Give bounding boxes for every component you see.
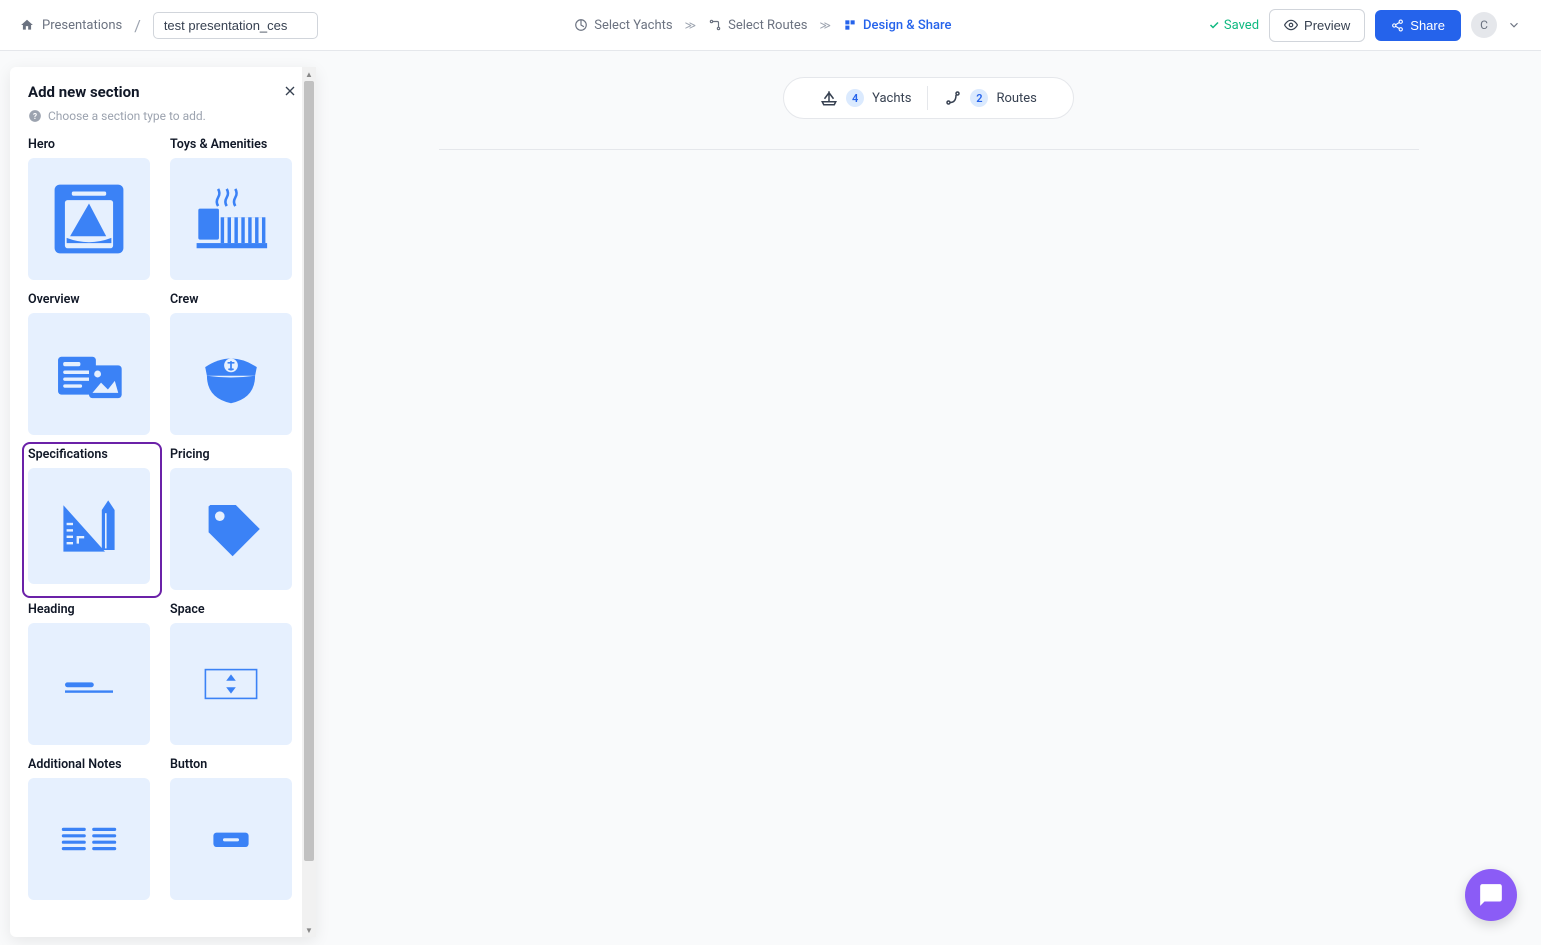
svg-text:?: ? bbox=[33, 111, 37, 121]
yachts-count: 4 bbox=[846, 89, 864, 107]
pill-yachts[interactable]: 4 Yachts bbox=[804, 89, 927, 107]
captain-hat-icon bbox=[188, 331, 274, 417]
ruler-pencil-icon bbox=[49, 486, 129, 566]
step-design-share[interactable]: Design & Share bbox=[843, 18, 951, 33]
step-select-yachts[interactable]: Select Yachts bbox=[574, 18, 672, 33]
notes-columns-icon bbox=[49, 799, 129, 879]
section-label: Specifications bbox=[28, 447, 156, 462]
panel-subtitle: ? Choose a section type to add. bbox=[10, 105, 316, 137]
header-actions: Saved Preview Share C bbox=[1208, 9, 1521, 42]
overview-thumb bbox=[28, 313, 150, 435]
share-button[interactable]: Share bbox=[1375, 10, 1461, 41]
scroll-up-icon[interactable]: ▲ bbox=[302, 67, 316, 81]
step-chevron-icon: ≫ bbox=[820, 19, 832, 32]
section-label: Crew bbox=[170, 292, 298, 307]
section-toys-amenities[interactable]: Toys & Amenities bbox=[170, 137, 298, 280]
yacht-pill-icon bbox=[820, 89, 838, 107]
canvas-area: 4 Yachts 2 Routes bbox=[336, 67, 1521, 937]
sailboat-icon bbox=[46, 176, 132, 262]
section-label: Overview bbox=[28, 292, 156, 307]
route-pill-icon bbox=[944, 89, 962, 107]
routes-count: 2 bbox=[970, 89, 988, 107]
panel-subtitle-text: Choose a section type to add. bbox=[48, 109, 206, 123]
canvas-divider bbox=[439, 149, 1419, 150]
pill-routes[interactable]: 2 Routes bbox=[928, 89, 1052, 107]
preview-label: Preview bbox=[1304, 18, 1350, 33]
pricing-thumb bbox=[170, 468, 292, 590]
home-icon bbox=[20, 18, 34, 32]
step-label: Design & Share bbox=[863, 18, 951, 33]
routes-label: Routes bbox=[996, 91, 1036, 106]
breadcrumb-separator: / bbox=[134, 16, 141, 35]
saved-status: Saved bbox=[1208, 18, 1259, 33]
preview-button[interactable]: Preview bbox=[1269, 9, 1365, 42]
section-label: Hero bbox=[28, 137, 156, 152]
scroll-thumb[interactable] bbox=[304, 81, 314, 861]
yachts-label: Yachts bbox=[872, 91, 911, 106]
avatar[interactable]: C bbox=[1471, 12, 1497, 38]
saved-text: Saved bbox=[1224, 18, 1259, 33]
crew-thumb bbox=[170, 313, 292, 435]
summary-pills: 4 Yachts 2 Routes bbox=[783, 77, 1074, 119]
section-label: Space bbox=[170, 602, 298, 617]
chat-widget-button[interactable] bbox=[1465, 869, 1517, 921]
share-label: Share bbox=[1410, 18, 1445, 33]
section-label: Additional Notes bbox=[28, 757, 156, 772]
text-image-icon bbox=[46, 331, 132, 417]
panel-scrollbar[interactable]: ▲ ▼ bbox=[302, 67, 316, 937]
button-thumb bbox=[170, 778, 292, 900]
section-label: Heading bbox=[28, 602, 156, 617]
help-icon: ? bbox=[28, 109, 42, 123]
section-label: Button bbox=[170, 757, 298, 772]
space-block-icon bbox=[191, 644, 271, 724]
section-specifications[interactable]: Specifications bbox=[22, 442, 162, 598]
step-label: Select Routes bbox=[728, 18, 807, 33]
notes-thumb bbox=[28, 778, 150, 900]
sections-grid: Hero Toys & Amenities Overview Crew bbox=[10, 137, 316, 937]
route-icon bbox=[708, 18, 722, 32]
section-overview[interactable]: Overview bbox=[28, 292, 156, 435]
main-canvas: Add new section ? Choose a section type … bbox=[0, 51, 1541, 945]
specs-thumb bbox=[28, 468, 150, 584]
heading-line-icon bbox=[49, 644, 129, 724]
section-heading[interactable]: Heading bbox=[28, 602, 156, 745]
step-label: Select Yachts bbox=[594, 18, 672, 33]
presentation-title-input[interactable] bbox=[153, 12, 318, 39]
section-crew[interactable]: Crew bbox=[170, 292, 298, 435]
section-label: Pricing bbox=[170, 447, 298, 462]
check-icon bbox=[1208, 19, 1220, 31]
step-chevron-icon: ≫ bbox=[685, 19, 697, 32]
section-label: Toys & Amenities bbox=[170, 137, 298, 152]
panel-header: Add new section bbox=[10, 67, 316, 105]
section-button[interactable]: Button bbox=[170, 757, 298, 900]
yacht-icon bbox=[574, 18, 588, 32]
section-pricing[interactable]: Pricing bbox=[170, 447, 298, 590]
top-header: Presentations / Select Yachts ≫ Select R… bbox=[0, 0, 1541, 51]
section-additional-notes[interactable]: Additional Notes bbox=[28, 757, 156, 900]
chat-icon bbox=[1478, 882, 1504, 908]
panel-title: Add new section bbox=[28, 83, 140, 101]
hot-tub-icon bbox=[188, 176, 274, 262]
add-section-panel: Add new section ? Choose a section type … bbox=[10, 67, 316, 937]
close-icon[interactable] bbox=[282, 83, 298, 99]
eye-icon bbox=[1284, 18, 1298, 32]
heading-thumb bbox=[28, 623, 150, 745]
button-icon bbox=[191, 799, 271, 879]
toys-thumb bbox=[170, 158, 292, 280]
section-space[interactable]: Space bbox=[170, 602, 298, 745]
step-select-routes[interactable]: Select Routes bbox=[708, 18, 807, 33]
design-icon bbox=[843, 18, 857, 32]
breadcrumb: Presentations / bbox=[20, 12, 318, 39]
chevron-down-icon[interactable] bbox=[1507, 18, 1521, 32]
price-tag-icon bbox=[191, 489, 271, 569]
workflow-steps: Select Yachts ≫ Select Routes ≫ Design &… bbox=[574, 18, 951, 33]
breadcrumb-home[interactable]: Presentations bbox=[42, 18, 122, 33]
hero-thumb bbox=[28, 158, 150, 280]
space-thumb bbox=[170, 623, 292, 745]
share-icon bbox=[1391, 19, 1404, 32]
section-hero[interactable]: Hero bbox=[28, 137, 156, 280]
scroll-down-icon[interactable]: ▼ bbox=[302, 923, 316, 937]
